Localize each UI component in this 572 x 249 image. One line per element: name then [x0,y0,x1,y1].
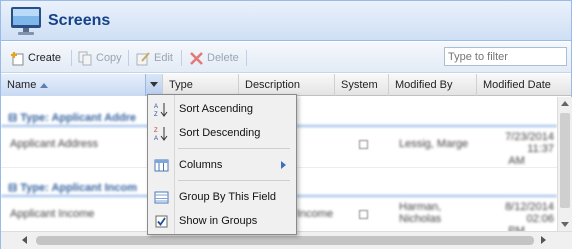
column-header-type[interactable]: Type [163,74,239,96]
sort-ascending-icon: A Z [154,103,168,117]
copy-button-label: Copy [96,52,122,64]
modified-by-line: Harman, [399,201,442,213]
svg-text:Z: Z [154,128,158,134]
menu-item-label: Show in Groups [179,215,258,227]
svg-text:Z: Z [154,112,158,117]
modified-date-cell: 7/23/2014 11:37 AM [479,131,554,167]
scroll-up-icon[interactable] [561,101,569,106]
column-header-modified-by[interactable]: Modified By [389,74,477,96]
chevron-down-icon [150,82,158,87]
modified-date-line: 7/23/2014 11:37 [505,131,554,155]
name-cell: Applicant Address [10,138,99,150]
scroll-left-icon[interactable] [22,236,27,244]
sort-descending-icon: Z A [154,127,168,141]
scroll-thumb[interactable] [36,236,534,245]
column-header-label: Modified By [395,79,453,91]
scroll-down-icon[interactable] [561,222,569,227]
modified-by-cell: Lessig, Marge [399,138,469,150]
modified-by-cell: Harman, Nicholas [399,201,441,225]
modified-date-line: AM [508,155,525,167]
delete-icon [190,51,203,65]
vertical-scrollbar[interactable] [557,97,572,231]
toolbar-divider [181,50,182,66]
column-header-modified-date[interactable]: Modified Date [477,74,571,96]
column-menu-trigger[interactable] [145,74,162,96]
menu-item-sort-ascending[interactable]: A Z Sort Ascending [149,99,295,119]
menu-item-group-by-field[interactable]: Group By This Field [149,187,295,207]
menu-item-label: Sort Ascending [179,103,253,115]
column-header-label: System [341,79,378,91]
delete-button[interactable]: Delete [189,50,239,66]
edit-button-label: Edit [154,52,173,64]
checkbox-checked-icon[interactable] [154,214,169,229]
toolbar-divider [71,50,72,66]
create-button[interactable]: Create [10,50,61,66]
scroll-thumb[interactable] [560,113,570,208]
description-cell: Income [297,208,334,220]
group-by-icon [154,191,169,204]
panel-header: Screens [1,1,571,41]
column-header-label: Name [7,79,37,91]
sort-ascending-arrow-icon [40,82,49,88]
menu-item-sort-descending[interactable]: Z A Sort Descending [149,123,295,143]
submenu-arrow-icon [281,161,286,169]
copy-icon [78,51,92,65]
group-label: Type: Applicant Incom [20,182,138,194]
edit-button[interactable]: Edit [136,50,173,66]
modified-date-cell: 8/12/2014 02:06 PM [479,201,554,231]
menu-item-label: Sort Descending [179,127,261,139]
menu-item-show-in-groups[interactable]: Show in Groups [149,211,295,231]
page-title: Screens [48,12,111,29]
column-header-name[interactable]: Name [1,74,163,96]
svg-text:A: A [154,104,158,110]
column-header-label: Type [169,79,193,91]
menu-divider [178,148,290,149]
screens-panel: Screens Create Copy Edit Delete Type to … [0,0,572,249]
delete-button-label: Delete [207,52,239,64]
filter-input[interactable] [444,47,567,66]
column-header-label: Description [245,79,301,91]
collapse-icon: ⊟ [8,182,21,194]
edit-icon [136,51,150,65]
system-checkbox [359,210,368,219]
menu-item-columns[interactable]: Columns [149,155,295,175]
column-header-system[interactable]: System [335,74,389,96]
create-icon [11,51,24,65]
group-label: Type: Applicant Addre [20,112,136,124]
name-cell: Applicant Income [10,208,95,220]
scroll-right-icon[interactable] [541,236,546,244]
collapse-icon: ⊟ [8,112,21,124]
monitor-icon [11,7,41,35]
toolbar-divider [246,50,247,66]
modified-by-line: Nicholas [399,213,442,225]
columns-icon [154,159,169,172]
modified-date-line: 8/12/2014 02:06 [505,201,554,225]
column-header-label: Modified Date [483,79,551,91]
menu-divider [178,180,290,181]
column-header-description[interactable]: Description [239,74,335,96]
menu-item-label: Group By This Field [179,191,277,203]
menu-item-label: Columns [179,159,223,171]
column-menu: A Z Sort Ascending Z A Sort Descending C… [147,94,297,235]
system-checkbox [359,140,368,149]
copy-button[interactable]: Copy [78,50,122,66]
toolbar-divider [128,50,129,66]
svg-text:A: A [154,136,158,141]
grid-header: Name Type Description System Modified By… [1,74,571,96]
create-button-label: Create [28,52,62,64]
